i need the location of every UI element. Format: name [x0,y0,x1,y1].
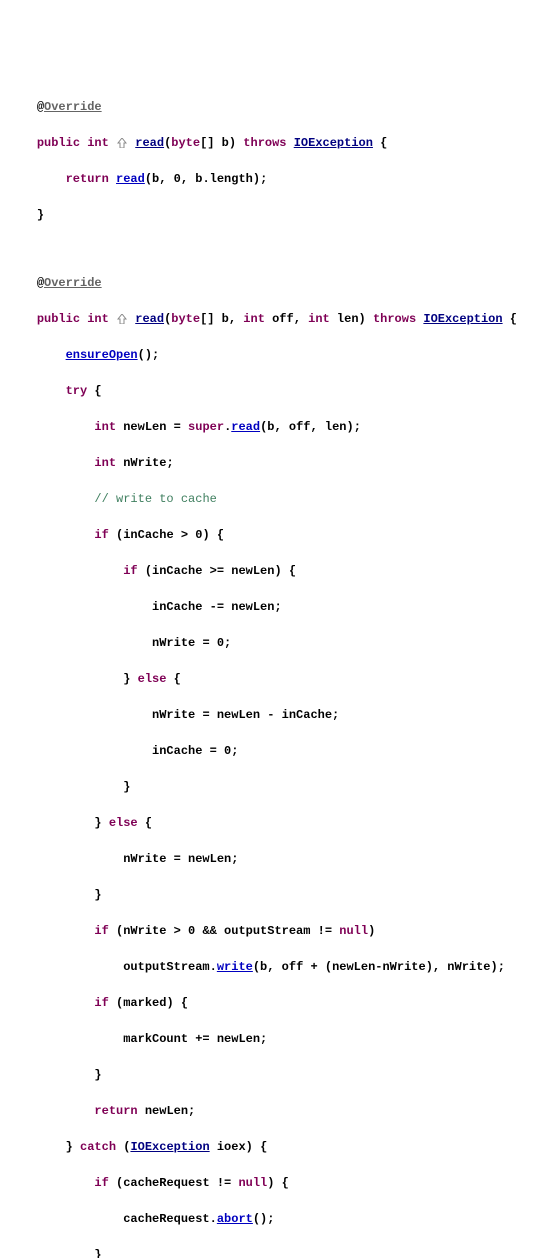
nwrite-decl: int nWrite; [8,454,548,472]
implements-icon[interactable] [116,314,128,324]
catch-line: } catch (IOException ioex) { [8,1138,548,1156]
nwrite-zero-line: nWrite = 0; [8,634,548,652]
annotation-line: @Override [8,98,548,116]
if-cacherequest-line: if (cacheRequest != null) { [8,1174,548,1192]
code-block: @Override public int read(byte[] b) thro… [8,80,548,1258]
abort-link[interactable]: abort [217,1212,253,1226]
incache-zero-line: inCache = 0; [8,742,548,760]
override-annotation[interactable]: Override [44,276,102,290]
incache-minus-line: inCache -= newLen; [8,598,548,616]
ioexception-link[interactable]: IOException [294,136,373,150]
else-line: } else { [8,670,548,688]
read-call-link[interactable]: read [116,172,145,186]
close-brace: } [8,1066,548,1084]
newlen-decl: int newLen = super.read(b, off, len); [8,418,548,436]
cacherequest-abort-line: cacheRequest.abort(); [8,1210,548,1228]
return-line: return read(b, 0, b.length); [8,170,548,188]
if-nwrite-line: if (nWrite > 0 && outputStream != null) [8,922,548,940]
close-brace: } [8,1246,548,1258]
markcount-line: markCount += newLen; [8,1030,548,1048]
close-brace: } [8,206,548,224]
return-newlen-line: return newLen; [8,1102,548,1120]
comment-line: // write to cache [8,490,548,508]
close-brace: } [8,778,548,796]
outputstream-write-line: outputStream.write(b, off + (newLen-nWri… [8,958,548,976]
ensure-open-call: ensureOpen(); [8,346,548,364]
blank-line [8,242,548,256]
implements-icon[interactable] [116,138,128,148]
read-method-link[interactable]: read [135,136,164,150]
method-signature-2: public int read(byte[] b, int off, int l… [8,310,548,328]
super-read-link[interactable]: read [231,420,260,434]
if-incache-ge-line: if (inCache >= newLen) { [8,562,548,580]
annotation-line: @Override [8,274,548,292]
nwrite-newlen-line: nWrite = newLen; [8,850,548,868]
ioexception-link[interactable]: IOException [423,312,502,326]
nwrite-diff-line: nWrite = newLen - inCache; [8,706,548,724]
if-marked-line: if (marked) { [8,994,548,1012]
close-brace: } [8,886,548,904]
write-link[interactable]: write [217,960,253,974]
method-signature-1: public int read(byte[] b) throws IOExcep… [8,134,548,152]
try-line: try { [8,382,548,400]
read-method-link[interactable]: read [135,312,164,326]
ensure-open-link[interactable]: ensureOpen [66,348,138,362]
override-annotation[interactable]: Override [44,100,102,114]
ioexception-link[interactable]: IOException [130,1140,209,1154]
else-line: } else { [8,814,548,832]
if-incache-line: if (inCache > 0) { [8,526,548,544]
